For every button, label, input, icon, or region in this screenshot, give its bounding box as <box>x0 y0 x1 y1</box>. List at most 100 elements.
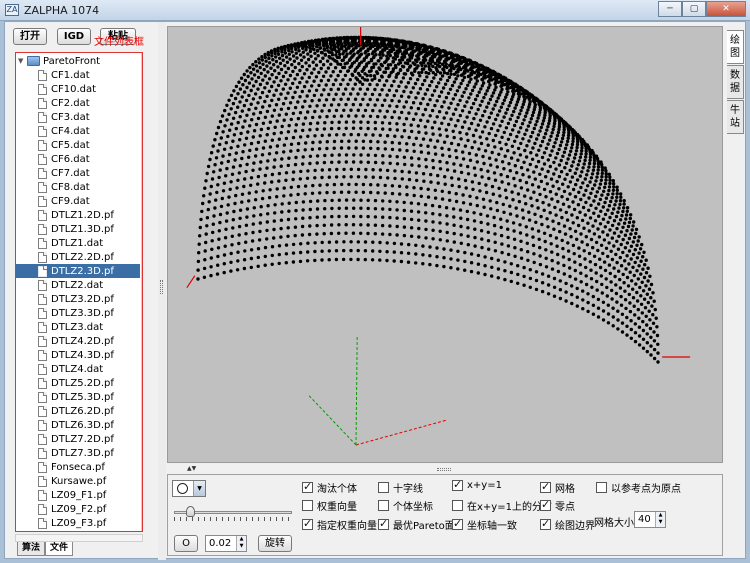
option-checkbox[interactable]: 十字线 <box>378 480 423 495</box>
file-name: DTLZ1.2D.pf <box>51 209 114 221</box>
file-list-item[interactable]: CF6.dat <box>16 152 140 166</box>
option-checkbox[interactable]: x+y=1 <box>452 478 502 491</box>
file-list-item[interactable]: CF5.dat <box>16 138 140 152</box>
file-list-item[interactable]: CF7.dat <box>16 166 140 180</box>
file-list-box[interactable]: ▼ ParetoFront CF1.dat CF10.dat CF2.dat CF3.… <box>15 52 143 532</box>
option-checkbox[interactable]: 以参考点为原点 <box>596 480 681 495</box>
checkbox-box[interactable] <box>302 500 313 511</box>
file-list-item[interactable]: DTLZ3.2D.pf <box>16 292 140 306</box>
file-list-item[interactable]: LZ09_F2.pf <box>16 502 140 516</box>
file-list-item[interactable]: CF1.dat <box>16 68 140 82</box>
maximize-button[interactable]: ▢ <box>682 1 706 17</box>
horizontal-splitter[interactable]: ▲▼ <box>167 465 723 473</box>
vertical-splitter[interactable] <box>158 22 166 560</box>
scroll-up-icon[interactable]: ▲ <box>142 53 143 62</box>
checkbox-box[interactable] <box>540 498 551 511</box>
file-list-item[interactable]: CF2.dat <box>16 96 140 110</box>
checkbox-box[interactable] <box>452 478 463 491</box>
checkbox-box[interactable] <box>378 482 389 493</box>
file-list-item[interactable]: DTLZ7.3D.pf <box>16 446 140 460</box>
igd-button[interactable]: IGD <box>57 28 91 45</box>
file-list-item[interactable]: CF10.dat <box>16 82 140 96</box>
checkbox-label: 个体坐标 <box>393 502 433 513</box>
file-list-item[interactable]: LZ09_F1.pf <box>16 488 140 502</box>
file-list-item[interactable]: DTLZ2.dat <box>16 278 140 292</box>
file-list-item[interactable]: LZ09_F3.pf <box>16 516 140 530</box>
file-icon <box>38 377 47 389</box>
checkbox-box[interactable] <box>452 517 463 530</box>
minimize-button[interactable]: ─ <box>658 1 682 17</box>
file-list-item[interactable]: CF3.dat <box>16 110 140 124</box>
expand-toggle-icon[interactable]: ▼ <box>18 57 26 65</box>
size-slider-thumb[interactable] <box>186 506 195 517</box>
file-list-item[interactable]: DTLZ3.3D.pf <box>16 306 140 320</box>
chevron-down-icon[interactable]: ▼ <box>193 481 205 496</box>
side-tab-1[interactable]: 数 据 <box>727 65 744 99</box>
close-button[interactable]: ✕ <box>706 1 746 17</box>
option-checkbox[interactable]: 零点 <box>540 498 575 513</box>
vertical-scrollbar[interactable]: ▲ <box>141 53 143 531</box>
file-list-item[interactable]: Kursawe.pf <box>16 474 140 488</box>
point-shape-select[interactable]: ▼ <box>172 480 206 497</box>
option-checkbox[interactable]: 最优Pareto面 <box>378 517 455 532</box>
file-list-item[interactable]: DTLZ3.dat <box>16 320 140 334</box>
file-icon <box>38 139 47 151</box>
file-list-item[interactable]: DTLZ1.dat <box>16 236 140 250</box>
file-list-item[interactable]: CF4.dat <box>16 124 140 138</box>
option-checkbox[interactable]: 绘图边界 <box>540 517 595 532</box>
o-button[interactable]: O <box>174 535 198 552</box>
pareto-front-plot <box>186 9 691 446</box>
file-list-item[interactable]: DTLZ7.2D.pf <box>16 432 140 446</box>
option-checkbox[interactable]: 在x+y=1上的分布 <box>452 498 552 513</box>
splitter-arrows-icon[interactable]: ▲▼ <box>187 465 196 472</box>
file-list-item[interactable]: CF9.dat <box>16 194 140 208</box>
file-list-item[interactable]: DTLZ5.2D.pf <box>16 376 140 390</box>
option-checkbox[interactable]: 坐标轴一致 <box>452 517 517 532</box>
checkbox-box[interactable] <box>302 517 313 530</box>
file-list-item[interactable]: DTLZ6.3D.pf <box>16 418 140 432</box>
rotate-button[interactable]: 旋转 <box>258 535 292 552</box>
tab-algorithm[interactable]: 算法 <box>17 542 46 556</box>
file-list-item[interactable]: DTLZ6.2D.pf <box>16 404 140 418</box>
spinner-arrows-icon[interactable]: ▲ ▼ <box>655 512 665 527</box>
option-checkbox[interactable]: 个体坐标 <box>378 498 433 513</box>
option-checkbox[interactable]: 权重向量 <box>302 498 357 513</box>
side-tab-0[interactable]: 绘 图 <box>727 30 744 64</box>
file-name: CF8.dat <box>51 181 90 193</box>
option-checkbox[interactable]: 淘汰个体 <box>302 480 357 495</box>
checkbox-box[interactable] <box>378 517 389 530</box>
horizontal-scrollbar[interactable] <box>15 534 143 542</box>
file-list-item[interactable]: DTLZ4.2D.pf <box>16 334 140 348</box>
tree-root[interactable]: ▼ ParetoFront <box>18 54 100 68</box>
checkbox-box[interactable] <box>596 482 607 493</box>
file-list-item[interactable]: Fonseca.pf <box>16 460 140 474</box>
file-name: DTLZ4.dat <box>51 363 104 375</box>
checkbox-box[interactable] <box>452 500 463 511</box>
file-list-item[interactable]: DTLZ1.2D.pf <box>16 208 140 222</box>
side-tab-2[interactable]: 牛 站 <box>727 100 744 134</box>
file-list-item[interactable]: DTLZ4.3D.pf <box>16 348 140 362</box>
file-list-item[interactable]: DTLZ2.2D.pf <box>16 250 140 264</box>
grid-size-spinner[interactable]: 40 ▲ ▼ <box>634 511 666 528</box>
tab-files[interactable]: 文件 <box>45 542 74 556</box>
option-checkbox[interactable]: 指定权重向量 <box>302 517 377 532</box>
open-button[interactable]: 打开 <box>13 28 47 45</box>
checkbox-box[interactable] <box>302 480 313 493</box>
checkbox-box[interactable] <box>540 517 551 530</box>
step-spinner[interactable]: 0.02 ▲ ▼ <box>205 535 247 552</box>
checkbox-label: 十字线 <box>393 484 423 495</box>
file-icon <box>38 265 47 277</box>
window-title: ZALPHA 1074 <box>24 4 100 17</box>
checkbox-box[interactable] <box>378 500 389 511</box>
file-list-item[interactable]: DTLZ4.dat <box>16 362 140 376</box>
plot-canvas[interactable] <box>167 9 723 463</box>
file-list-item[interactable]: CF8.dat <box>16 180 140 194</box>
spinner-arrows-icon[interactable]: ▲ ▼ <box>236 536 246 551</box>
file-name: CF1.dat <box>51 69 90 81</box>
file-name: DTLZ6.3D.pf <box>51 419 114 431</box>
file-list-item[interactable]: DTLZ5.3D.pf <box>16 390 140 404</box>
file-list-item[interactable]: DTLZ2.3D.pf <box>16 264 140 278</box>
option-checkbox[interactable]: 网格 <box>540 480 575 495</box>
checkbox-box[interactable] <box>540 480 551 493</box>
file-list-item[interactable]: DTLZ1.3D.pf <box>16 222 140 236</box>
